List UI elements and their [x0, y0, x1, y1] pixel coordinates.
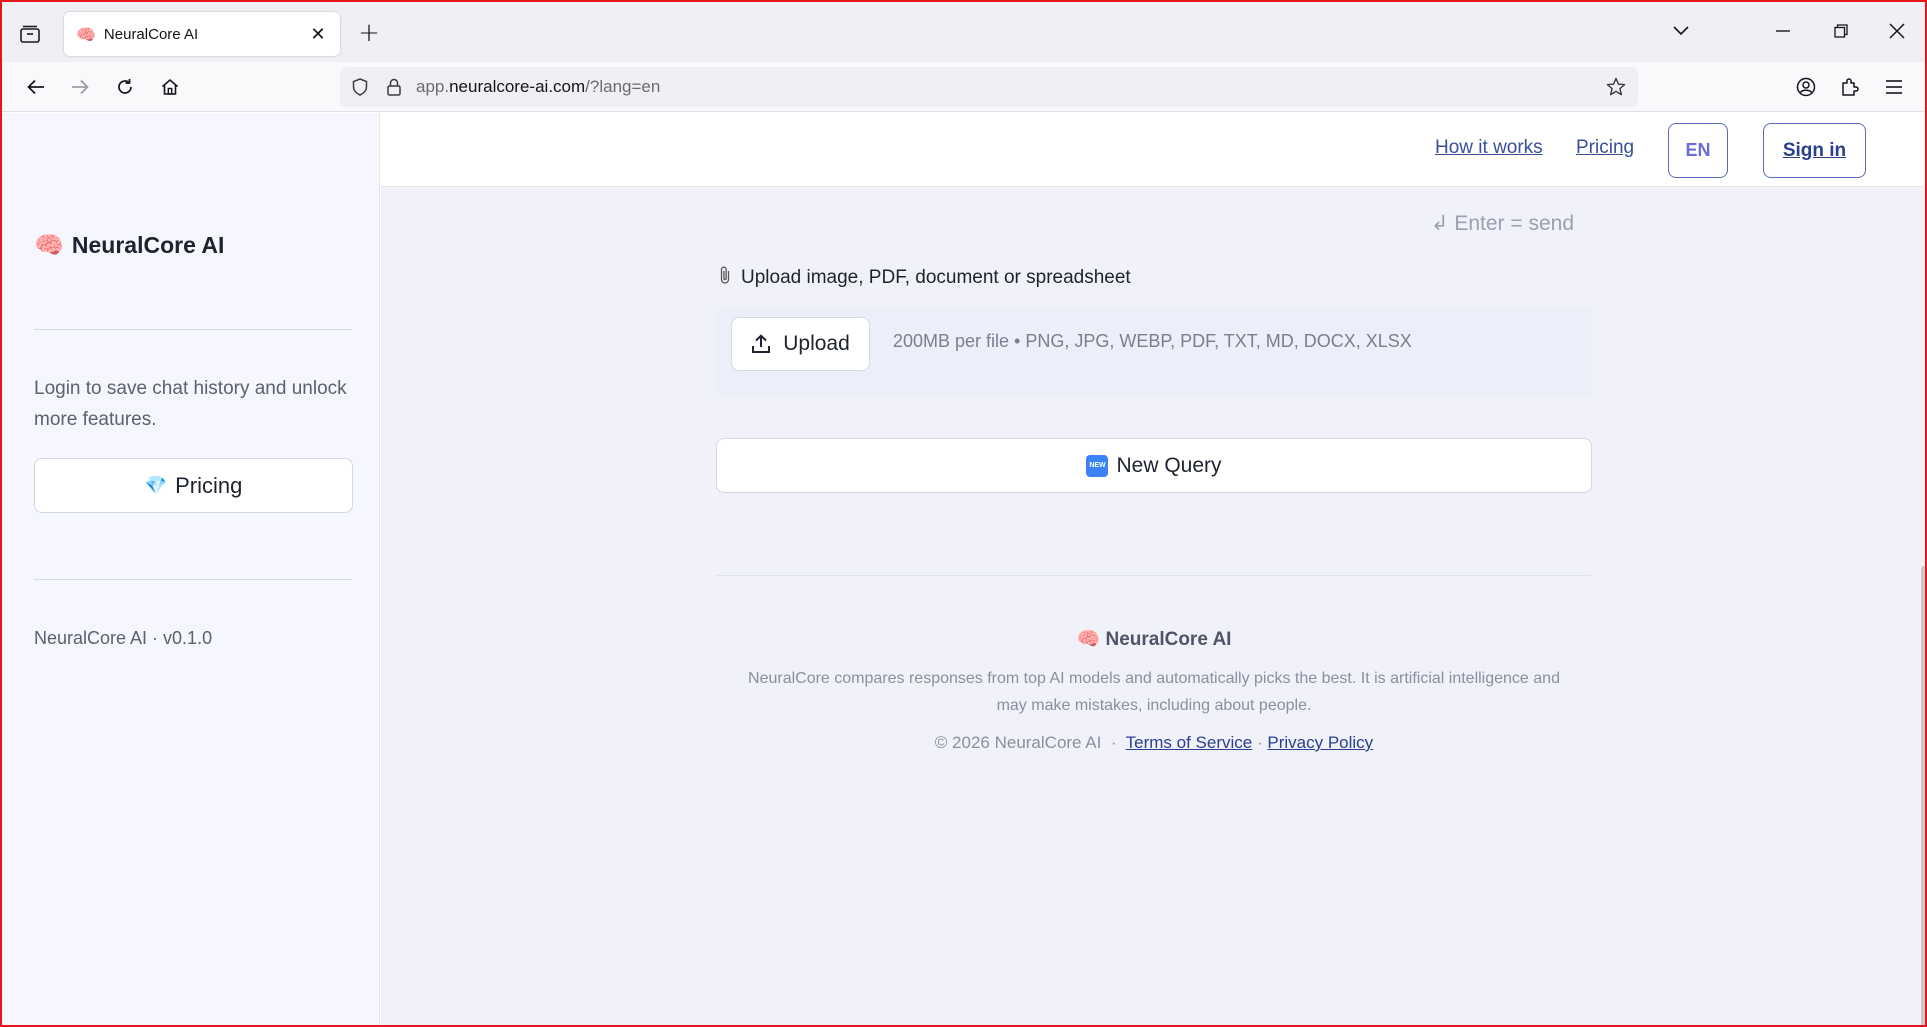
footer-legal: © 2026 NeuralCore AI · Terms of Service … — [381, 733, 1925, 753]
account-icon[interactable] — [1790, 71, 1822, 103]
minimize-icon[interactable] — [1768, 16, 1798, 46]
scrollbar-thumb[interactable] — [1921, 566, 1925, 1025]
footer-brand-name: NeuralCore AI — [1105, 629, 1232, 650]
app-version: NeuralCore AI · v0.1.0 — [34, 628, 213, 648]
tab-strip: 🧠 NeuralCore AI ✕ + — [2, 2, 1925, 62]
sign-in-button[interactable]: Sign in — [1763, 123, 1866, 178]
upload-label-text: Upload image, PDF, document or spreadshe… — [741, 266, 1131, 288]
url-text[interactable]: app.neuralcore-ai.com/?lang=en — [416, 77, 660, 97]
lock-icon[interactable] — [380, 73, 408, 101]
reload-icon[interactable] — [109, 71, 141, 103]
terms-of-service-link[interactable]: Terms of Service — [1126, 733, 1253, 752]
shield-icon[interactable] — [346, 73, 374, 101]
footer-brand: 🧠 NeuralCore AI — [381, 627, 1925, 651]
brain-icon: 🧠 — [76, 24, 96, 44]
sidebar-divider — [34, 329, 352, 330]
tab-overview-icon[interactable] — [16, 20, 44, 48]
sidebar-brand: 🧠 NeuralCore AI — [34, 231, 224, 260]
main-content: How it works Pricing EN Sign in ↲ Enter … — [381, 113, 1925, 1025]
browser-window: 🧠 NeuralCore AI ✕ + app.neuralcore-ai.co… — [0, 0, 1927, 1027]
upload-label: Upload image, PDF, document or spreadshe… — [719, 265, 1131, 290]
forward-arrow-icon[interactable] — [64, 71, 96, 103]
new-query-button[interactable]: NEW New Query — [716, 438, 1592, 493]
pricing-link[interactable]: Pricing — [1576, 137, 1634, 159]
url-bar[interactable]: app.neuralcore-ai.com/?lang=en — [340, 67, 1638, 107]
new-query-label: New Query — [1116, 453, 1222, 477]
brain-icon: 🧠 — [1076, 629, 1101, 650]
gem-icon: 💎 — [144, 475, 168, 495]
upload-button[interactable]: Upload — [731, 317, 870, 371]
upload-icon — [751, 334, 771, 354]
home-icon[interactable] — [154, 71, 186, 103]
new-badge-icon: NEW — [1086, 454, 1109, 477]
star-icon[interactable] — [1602, 73, 1630, 101]
file-dropzone[interactable]: Upload 200MB per file • PNG, JPG, WEBP, … — [715, 307, 1591, 397]
footer-divider — [717, 575, 1591, 576]
login-note: Login to save chat history and unlock mo… — [34, 378, 347, 430]
tab-title: NeuralCore AI — [103, 25, 199, 43]
top-navigation: How it works Pricing EN Sign in — [381, 113, 1925, 187]
navigation-toolbar: app.neuralcore-ai.com/?lang=en — [2, 62, 1925, 112]
how-it-works-link[interactable]: How it works — [1435, 137, 1543, 159]
back-arrow-icon[interactable] — [20, 71, 52, 103]
footer-description: NeuralCore compares responses from top A… — [748, 670, 1560, 714]
enter-send-hint: ↲ Enter = send — [1430, 212, 1574, 235]
restore-icon[interactable] — [1826, 16, 1856, 46]
brand-name: NeuralCore AI — [71, 232, 225, 258]
chevron-down-icon[interactable] — [1666, 16, 1696, 46]
close-icon[interactable]: ✕ — [308, 24, 328, 45]
separator: · — [1256, 733, 1263, 752]
upload-button-label: Upload — [783, 332, 850, 355]
upload-limits: 200MB per file • PNG, JPG, WEBP, PDF, TX… — [893, 331, 1412, 351]
sidebar-divider — [34, 579, 352, 580]
copyright: © 2026 NeuralCore AI — [934, 733, 1102, 752]
language-button[interactable]: EN — [1668, 123, 1728, 178]
brain-icon: 🧠 — [34, 232, 64, 259]
menu-icon[interactable] — [1878, 71, 1910, 103]
sidebar: 🧠 NeuralCore AI Login to save chat histo… — [2, 113, 380, 1025]
window-close-icon[interactable] — [1882, 16, 1912, 46]
privacy-policy-link[interactable]: Privacy Policy — [1267, 733, 1373, 752]
sidebar-pricing-button[interactable]: 💎 Pricing — [34, 458, 353, 513]
browser-tab-active[interactable]: 🧠 NeuralCore AI ✕ — [64, 12, 340, 56]
extensions-icon[interactable] — [1834, 71, 1866, 103]
new-tab-button[interactable]: + — [354, 18, 384, 48]
paperclip-icon — [719, 265, 731, 290]
pricing-label: Pricing — [175, 472, 243, 498]
separator: · — [1110, 733, 1117, 752]
